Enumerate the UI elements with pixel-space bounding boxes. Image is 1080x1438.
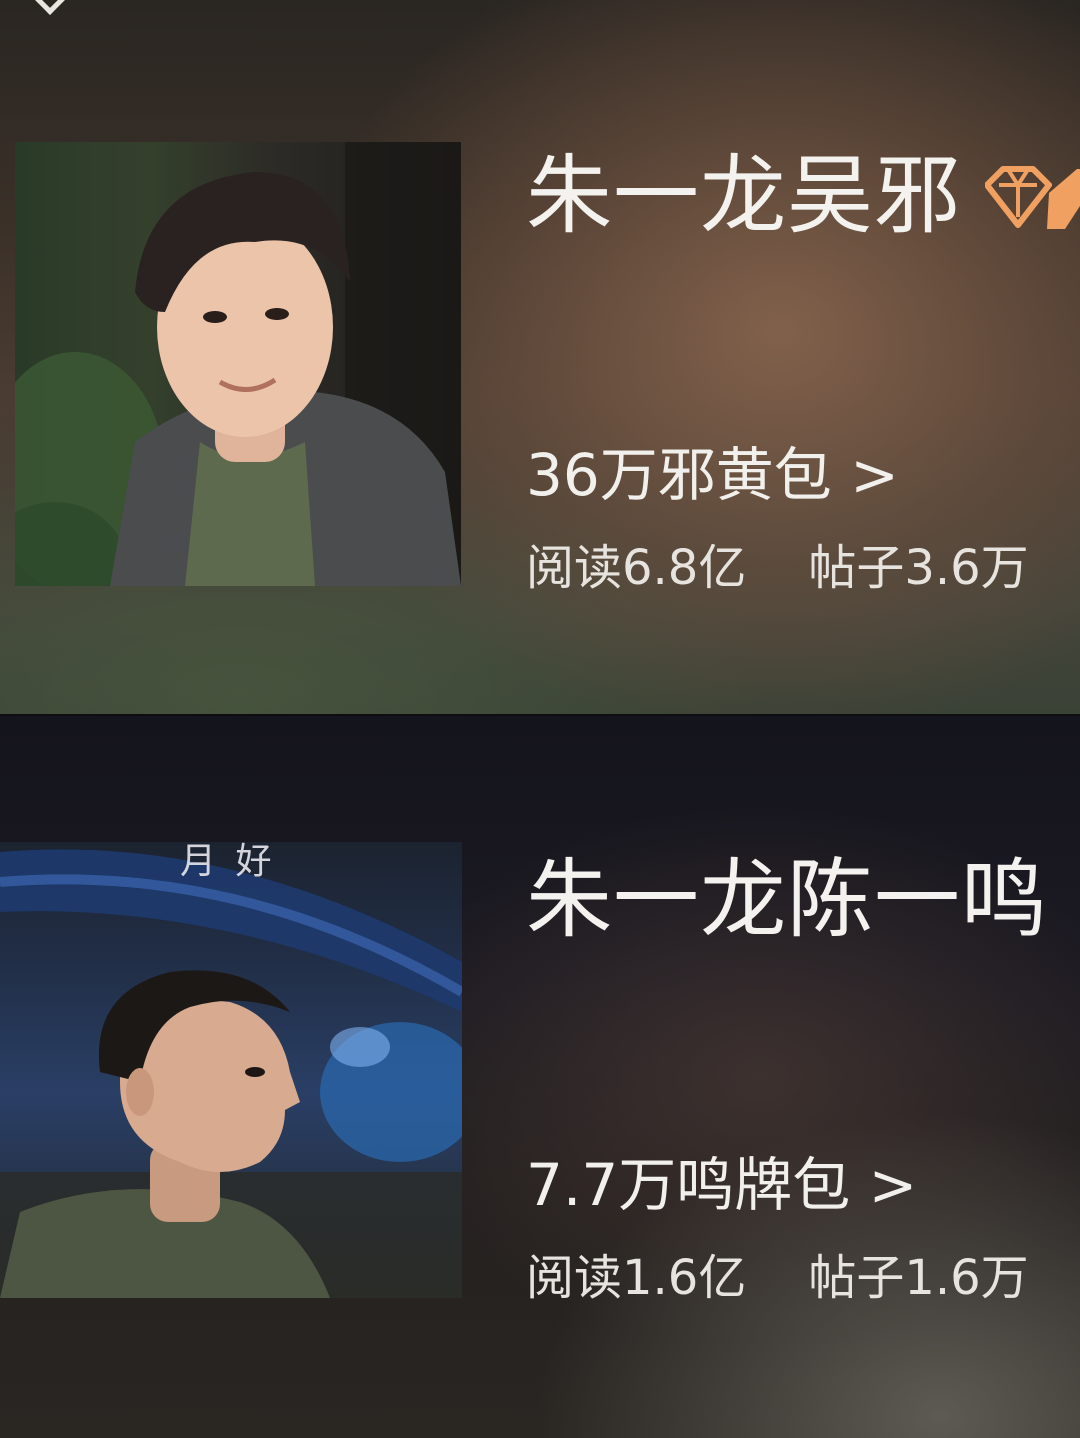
fan-group-link[interactable]: 7.7万鸣牌包 >	[526, 1152, 917, 1218]
read-count: 阅读6.8亿	[526, 540, 747, 596]
topic-stats: 阅读6.8亿 帖子3.6万	[526, 540, 1029, 596]
topic-poster-1[interactable]	[15, 142, 461, 586]
post-count: 帖子3.6万	[808, 540, 1029, 596]
post-count: 帖子1.6万	[808, 1250, 1029, 1306]
fan-group-link[interactable]: 36万邪黄包 >	[526, 442, 899, 508]
read-count: 阅读1.6亿	[526, 1250, 747, 1306]
topic-stats: 阅读1.6亿 帖子1.6万	[526, 1250, 1029, 1306]
diamond-badge-icon	[984, 163, 1080, 235]
topic-title[interactable]: 朱一龙陈一鸣	[526, 850, 1048, 950]
topic-title[interactable]: 朱一龙吴邪	[526, 146, 961, 246]
topic-poster-2[interactable]	[0, 842, 462, 1298]
back-chevron-icon[interactable]	[33, 0, 67, 15]
topic-card-1[interactable]: 朱一龙吴邪 36万邪黄包 > 阅读6.8亿 帖子3.6万	[0, 0, 1080, 716]
poster-caption: 月 好	[180, 841, 276, 882]
topic-list: 朱一龙吴邪 36万邪黄包 > 阅读6.8亿 帖子3.6万 朱一龙陈一鸣 7.7万鸣…	[0, 0, 1080, 1438]
